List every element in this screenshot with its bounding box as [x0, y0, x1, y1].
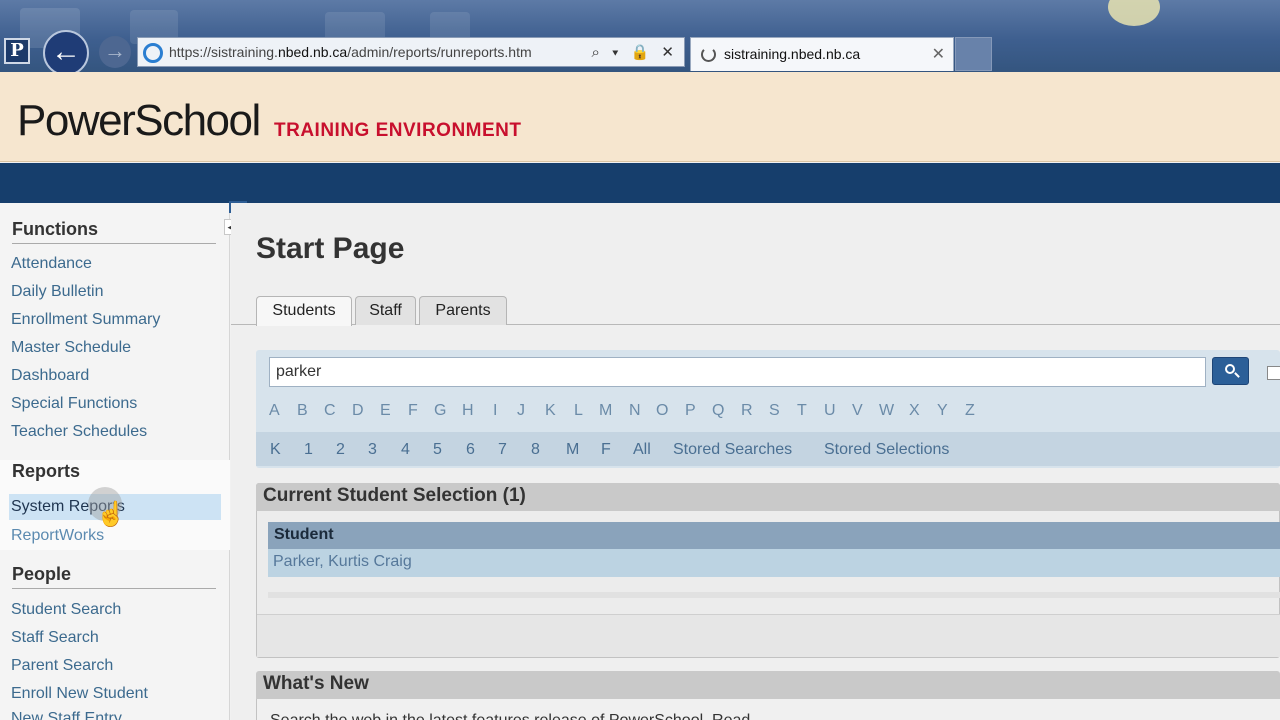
- letter-filter[interactable]: N: [629, 402, 641, 420]
- functions-heading: Functions: [12, 219, 98, 239]
- divider: [268, 592, 1280, 598]
- grade-filter[interactable]: K: [270, 441, 281, 459]
- reports-heading: Reports: [12, 461, 81, 481]
- tab-title: sistraining.nbed.nb.ca: [724, 46, 861, 62]
- letter-filter[interactable]: L: [574, 402, 583, 420]
- letter-filter[interactable]: B: [297, 402, 308, 420]
- student-link[interactable]: Parker, Kurtis Craig: [273, 553, 412, 571]
- sidebar-item-student-search[interactable]: Student Search: [11, 601, 121, 619]
- stored-searches-link[interactable]: Stored Searches: [673, 441, 792, 459]
- tab-close-icon[interactable]: ✕: [932, 44, 945, 64]
- letter-filter[interactable]: D: [352, 402, 364, 420]
- table-row[interactable]: Parker, Kurtis Craig: [268, 549, 1280, 577]
- browser-tab[interactable]: sistraining.nbed.nb.ca ✕: [690, 37, 954, 71]
- table-header: Student: [268, 522, 1280, 549]
- address-url[interactable]: https://sistraining.nbed.nb.ca/admin/rep…: [169, 44, 589, 60]
- navigation-bar: [0, 163, 1280, 203]
- letter-filter[interactable]: H: [462, 402, 474, 420]
- letter-filter[interactable]: P: [685, 402, 696, 420]
- desktop-decoration: [1108, 0, 1160, 26]
- grade-filter[interactable]: 3: [368, 441, 377, 459]
- search-option-checkbox[interactable]: [1267, 366, 1280, 380]
- letter-filter[interactable]: Z: [965, 402, 975, 420]
- grade-filter[interactable]: M: [566, 441, 579, 459]
- people-heading: People: [12, 564, 72, 584]
- letter-filter[interactable]: T: [797, 402, 807, 420]
- letter-filter[interactable]: K: [545, 402, 556, 420]
- grade-filter[interactable]: F: [601, 441, 611, 459]
- stored-selections-link[interactable]: Stored Selections: [824, 441, 949, 459]
- letter-filter[interactable]: A: [269, 402, 280, 420]
- column-header-student: Student: [274, 526, 334, 543]
- letter-filter[interactable]: J: [517, 402, 525, 420]
- grade-filter[interactable]: 2: [336, 441, 345, 459]
- letter-filter[interactable]: X: [909, 402, 920, 420]
- letter-filter[interactable]: O: [656, 402, 668, 420]
- new-tab-button[interactable]: [955, 37, 992, 71]
- sidebar-item-enrollment-summary[interactable]: Enrollment Summary: [11, 311, 160, 329]
- letter-filter[interactable]: Y: [937, 402, 948, 420]
- sidebar-item-new-staff-entry[interactable]: New Staff Entry: [11, 710, 122, 720]
- tab-staff[interactable]: Staff: [355, 296, 416, 325]
- browser-chrome: P ← → https://sistraining.nbed.nb.ca/adm…: [0, 0, 1280, 76]
- selection-footer: [257, 614, 1280, 657]
- letter-filter[interactable]: S: [769, 402, 780, 420]
- back-button[interactable]: ←: [43, 30, 89, 76]
- whats-new-text: Search the web in the latest features re…: [270, 712, 764, 720]
- grade-filter[interactable]: 8: [531, 441, 540, 459]
- grade-filter[interactable]: 5: [433, 441, 442, 459]
- forward-button[interactable]: →: [99, 36, 131, 68]
- letter-filter[interactable]: I: [493, 402, 497, 420]
- divider: [12, 243, 216, 244]
- sidebar-item-parent-search[interactable]: Parent Search: [11, 657, 113, 675]
- letter-filter[interactable]: C: [324, 402, 336, 420]
- app-header: PowerSchool TRAINING ENVIRONMENT: [0, 72, 1280, 162]
- page-title: Start Page: [256, 232, 405, 265]
- address-bar-icons[interactable]: ⌕ ▾ 🔒 ✕: [592, 43, 678, 61]
- url-path: /admin/reports/runreports.htm: [347, 44, 532, 60]
- sidebar-item-staff-search[interactable]: Staff Search: [11, 629, 99, 647]
- search-button[interactable]: [1212, 357, 1249, 385]
- address-bar[interactable]: https://sistraining.nbed.nb.ca/admin/rep…: [137, 37, 685, 67]
- environment-label: TRAINING ENVIRONMENT: [274, 120, 522, 141]
- search-input[interactable]: [269, 357, 1206, 387]
- grade-filter[interactable]: 1: [304, 441, 313, 459]
- grade-filter-all[interactable]: All: [633, 441, 651, 459]
- sidebar-item-teacher-schedules[interactable]: Teacher Schedules: [11, 423, 147, 441]
- sidebar-item-reportworks[interactable]: ReportWorks: [11, 527, 104, 545]
- letter-filter[interactable]: E: [380, 402, 391, 420]
- divider: [12, 588, 216, 589]
- letter-filter[interactable]: R: [741, 402, 753, 420]
- sidebar-item-dashboard[interactable]: Dashboard: [11, 367, 89, 385]
- powerschool-app-icon[interactable]: P: [4, 38, 30, 64]
- sidebar-item-special-functions[interactable]: Special Functions: [11, 395, 137, 413]
- whats-new-header: [256, 671, 1280, 699]
- sidebar-item-daily-bulletin[interactable]: Daily Bulletin: [11, 283, 103, 301]
- grade-filter[interactable]: 7: [498, 441, 507, 459]
- grade-filter[interactable]: 4: [401, 441, 410, 459]
- letter-filter[interactable]: F: [408, 402, 418, 420]
- letter-filter[interactable]: V: [852, 402, 863, 420]
- grade-filter[interactable]: 6: [466, 441, 475, 459]
- loading-icon: [701, 47, 716, 62]
- letter-filter[interactable]: G: [434, 402, 446, 420]
- url-domain: nbed.nb.ca: [277, 44, 348, 60]
- ie-icon: [143, 43, 163, 63]
- letter-filter[interactable]: Q: [712, 402, 724, 420]
- powerschool-logo[interactable]: PowerSchool: [17, 96, 261, 146]
- whats-new-title: What's New: [263, 673, 369, 694]
- current-selection-title: Current Student Selection (1): [263, 485, 526, 506]
- tab-students[interactable]: Students: [256, 296, 352, 326]
- hand-cursor-icon: ☝: [96, 501, 126, 528]
- letter-filter[interactable]: M: [599, 402, 612, 420]
- letter-filter[interactable]: W: [879, 402, 894, 420]
- sidebar-item-enroll-new-student[interactable]: Enroll New Student: [11, 685, 148, 703]
- sidebar-item-attendance[interactable]: Attendance: [11, 255, 92, 273]
- url-prefix: https://sistraining.: [169, 44, 278, 60]
- sidebar-item-master-schedule[interactable]: Master Schedule: [11, 339, 131, 357]
- letter-filter[interactable]: U: [824, 402, 836, 420]
- tab-parents[interactable]: Parents: [419, 296, 507, 325]
